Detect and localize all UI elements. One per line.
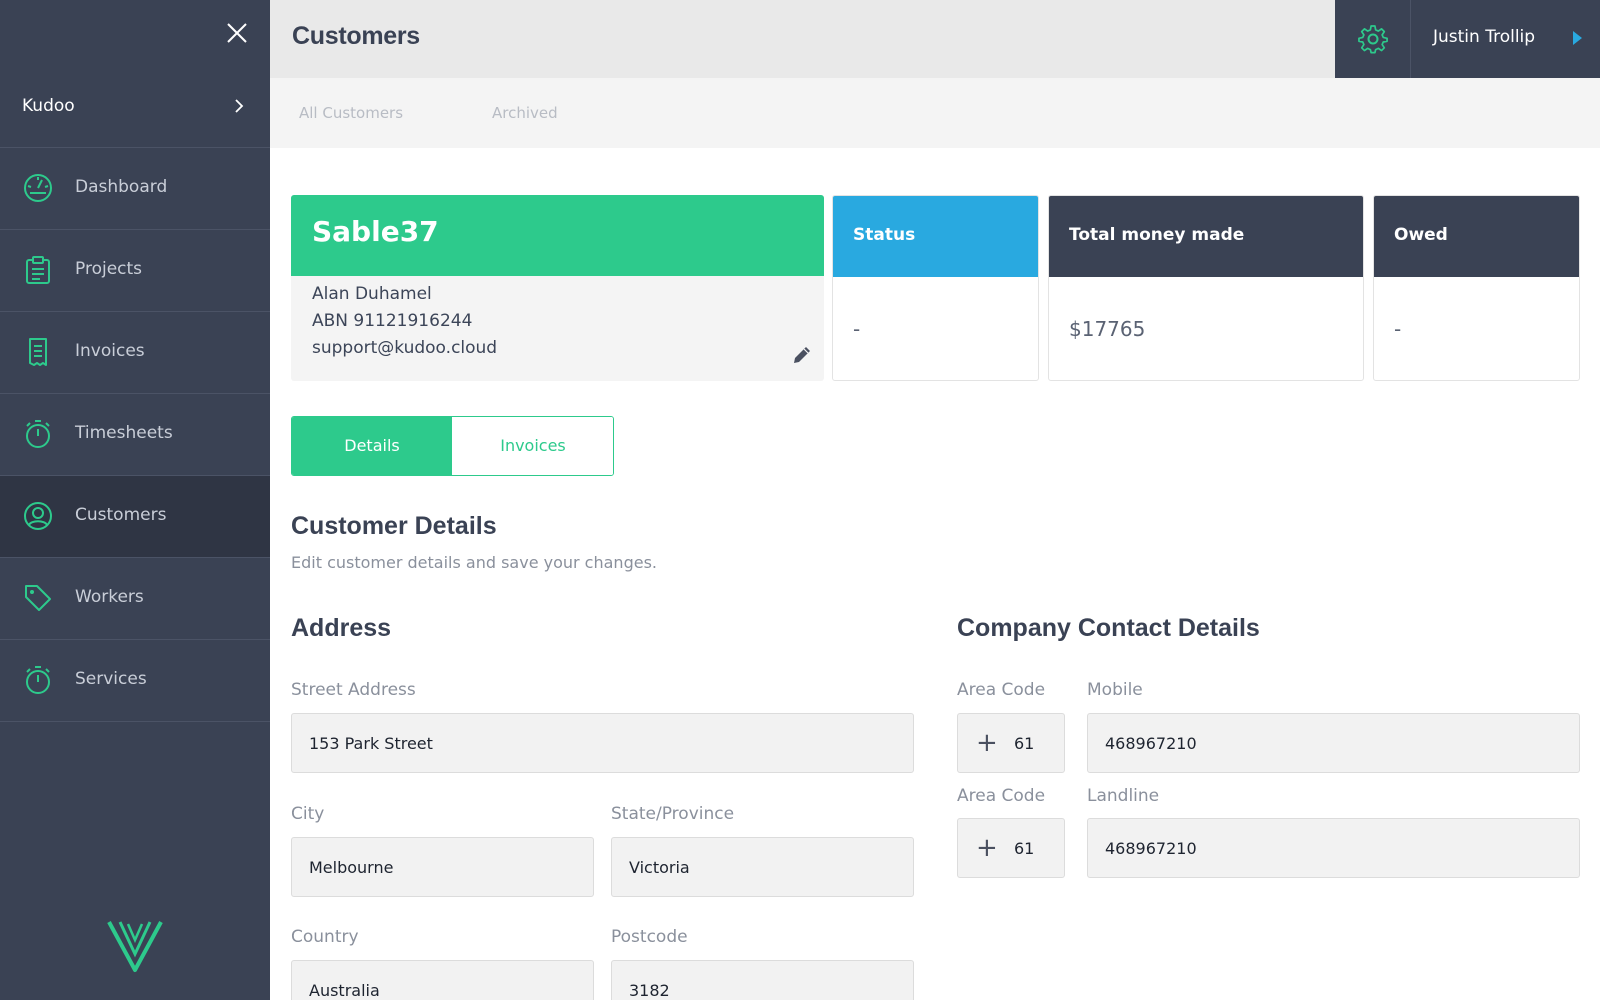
tab-details[interactable]: Details bbox=[292, 417, 452, 475]
total-money-value: $17765 bbox=[1069, 317, 1146, 341]
sidebar-nav: Dashboard Projects Invoices Timesheets C… bbox=[0, 148, 270, 722]
owed-value: - bbox=[1394, 317, 1402, 341]
landline-label: Landline bbox=[1087, 786, 1160, 806]
sidebar-item-services[interactable]: Services bbox=[0, 640, 270, 722]
mobile-input[interactable] bbox=[1087, 713, 1580, 773]
street-label: Street Address bbox=[291, 680, 416, 700]
customer-contact: Alan Duhamel bbox=[312, 284, 432, 304]
sidebar-item-label: Projects bbox=[75, 259, 143, 279]
mobile-area-code-value: 61 bbox=[1014, 734, 1035, 753]
plus-icon: + bbox=[976, 728, 998, 758]
caret-right-icon bbox=[1573, 31, 1582, 45]
sidebar-item-label: Invoices bbox=[75, 341, 145, 361]
sidebar-item-label: Services bbox=[75, 669, 147, 689]
owed-card-title: Owed bbox=[1394, 225, 1448, 245]
clipboard-icon bbox=[26, 256, 50, 284]
landline-area-code-field[interactable]: + 61 bbox=[957, 818, 1065, 878]
section-title: Customer Details bbox=[291, 512, 497, 540]
stopwatch-icon bbox=[26, 666, 50, 694]
customer-summary-card: Sable37 Alan Duhamel ABN 91121916244 sup… bbox=[291, 195, 824, 381]
org-name: Kudoo bbox=[22, 96, 75, 116]
contact-title: Company Contact Details bbox=[957, 614, 1260, 642]
tab-all-customers[interactable]: All Customers bbox=[299, 104, 403, 122]
tab-invoices[interactable]: Invoices bbox=[453, 417, 613, 475]
city-label: City bbox=[291, 804, 325, 824]
org-switcher[interactable]: Kudoo bbox=[0, 68, 270, 148]
kudoo-logo bbox=[107, 921, 163, 972]
sidebar-item-invoices[interactable]: Invoices bbox=[0, 312, 270, 394]
close-icon[interactable] bbox=[224, 20, 250, 46]
postcode-label: Postcode bbox=[611, 927, 688, 947]
country-input[interactable] bbox=[291, 960, 594, 1000]
header: Customers bbox=[270, 0, 1335, 78]
sidebar: Kudoo Dashboard Projects Invoices Timesh… bbox=[0, 0, 270, 1000]
status-card-title: Status bbox=[853, 225, 916, 245]
total-money-card: Total money made $17765 bbox=[1048, 195, 1364, 381]
sidebar-item-workers[interactable]: Workers bbox=[0, 558, 270, 640]
customer-abn: ABN 91121916244 bbox=[312, 311, 473, 331]
customer-subtabs: All Customers Archived bbox=[270, 78, 1600, 148]
stopwatch-icon bbox=[26, 420, 50, 448]
section-subtitle: Edit customer details and save your chan… bbox=[291, 553, 657, 572]
chevron-right-icon bbox=[235, 99, 244, 113]
user-menu-button[interactable]: Justin Trollip bbox=[1411, 0, 1600, 78]
sidebar-item-dashboard[interactable]: Dashboard bbox=[0, 148, 270, 230]
landline-input[interactable] bbox=[1087, 818, 1580, 878]
country-label: Country bbox=[291, 927, 359, 947]
receipt-icon bbox=[29, 338, 47, 366]
sidebar-item-label: Customers bbox=[75, 505, 167, 525]
sidebar-item-timesheets[interactable]: Timesheets bbox=[0, 394, 270, 476]
tab-archived[interactable]: Archived bbox=[492, 104, 558, 122]
address-title: Address bbox=[291, 614, 392, 642]
mobile-area-code-label: Area Code bbox=[957, 680, 1046, 700]
state-label: State/Province bbox=[611, 804, 735, 824]
customer-email: support@kudoo.cloud bbox=[312, 338, 498, 358]
sidebar-item-customers[interactable]: Customers bbox=[0, 476, 270, 558]
sidebar-item-label: Dashboard bbox=[75, 177, 168, 197]
user-circle-icon bbox=[24, 502, 52, 530]
state-input[interactable] bbox=[611, 837, 914, 897]
postcode-input[interactable] bbox=[611, 960, 914, 1000]
landline-area-code-value: 61 bbox=[1014, 839, 1035, 858]
page-title: Customers bbox=[292, 22, 420, 50]
gear-icon bbox=[1358, 25, 1388, 54]
tag-icon bbox=[25, 585, 51, 611]
city-input[interactable] bbox=[291, 837, 594, 897]
plus-icon: + bbox=[976, 833, 998, 863]
settings-button[interactable] bbox=[1335, 0, 1411, 78]
total-money-card-title: Total money made bbox=[1069, 225, 1245, 245]
sidebar-item-projects[interactable]: Projects bbox=[0, 230, 270, 312]
pencil-icon[interactable] bbox=[791, 344, 813, 366]
detail-tabs: Details Invoices bbox=[291, 416, 614, 476]
mobile-area-code-field[interactable]: + 61 bbox=[957, 713, 1065, 773]
user-name: Justin Trollip bbox=[1433, 27, 1536, 47]
customer-name: Sable37 bbox=[312, 215, 439, 248]
dashboard-icon bbox=[24, 174, 52, 202]
sidebar-item-label: Workers bbox=[75, 587, 144, 607]
owed-card: Owed - bbox=[1373, 195, 1580, 381]
status-value: - bbox=[853, 317, 861, 341]
status-card: Status - bbox=[832, 195, 1039, 381]
street-input[interactable] bbox=[291, 713, 914, 773]
sidebar-item-label: Timesheets bbox=[75, 423, 173, 443]
landline-area-code-label: Area Code bbox=[957, 786, 1046, 806]
mobile-label: Mobile bbox=[1087, 680, 1143, 700]
